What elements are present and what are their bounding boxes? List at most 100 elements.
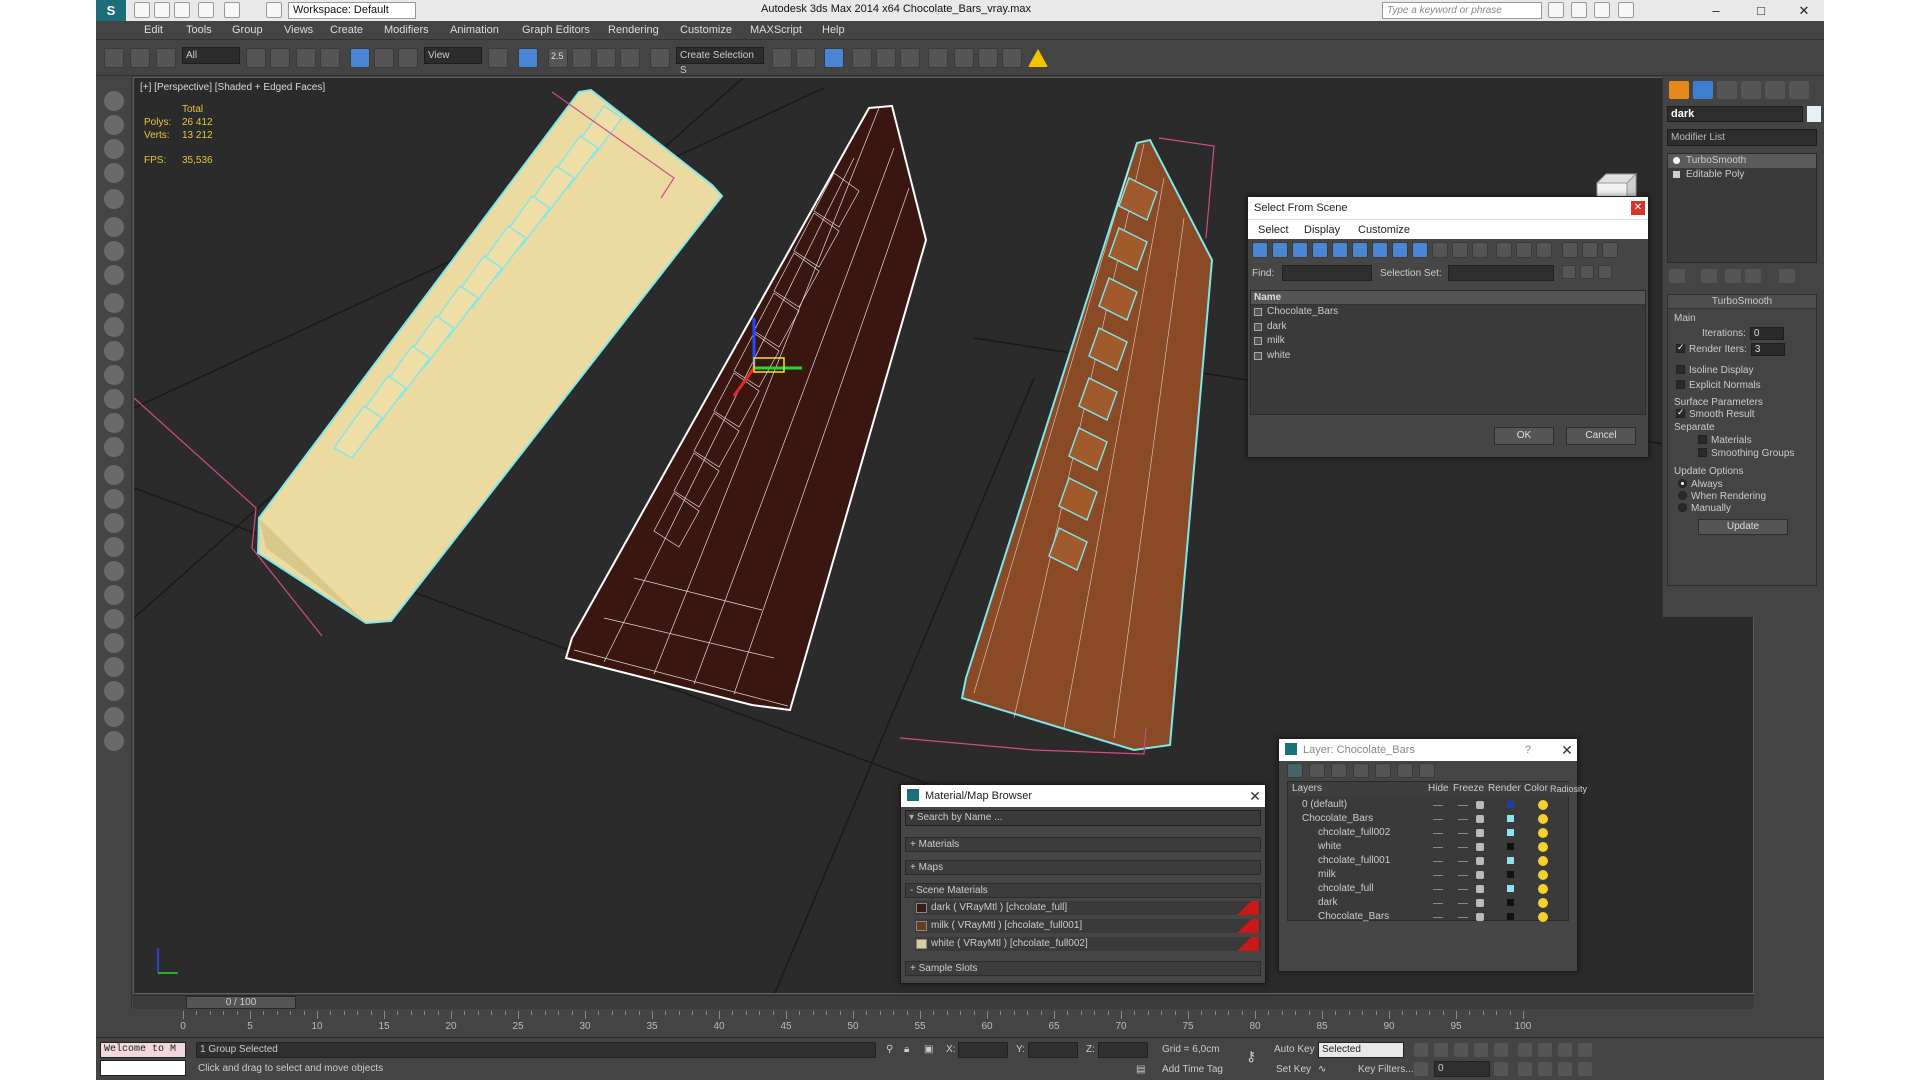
close-icon[interactable]: ✕ [1248, 789, 1262, 803]
time-slider-bar[interactable]: 0 / 100 [133, 995, 1754, 1009]
teapot-icon[interactable] [1476, 913, 1484, 921]
toggle-dash[interactable] [1458, 833, 1468, 834]
pattern-icon[interactable] [104, 609, 124, 629]
save-filter-icon[interactable] [1602, 242, 1618, 258]
rendered-frame-icon[interactable] [978, 48, 998, 68]
snap-toggle-icon[interactable]: 2.5 [548, 48, 568, 68]
mirror-icon[interactable] [772, 48, 792, 68]
toggle-dash[interactable] [1433, 889, 1443, 890]
selection-filter-select[interactable]: All [182, 47, 240, 64]
select-all-icon[interactable] [1562, 265, 1576, 279]
teapot-icon[interactable] [1476, 871, 1484, 879]
section-sample-slots[interactable]: + Sample Slots [905, 961, 1261, 976]
layer-row[interactable]: 0 (default) [1288, 798, 1570, 812]
zoom-icon[interactable] [1518, 1043, 1532, 1057]
toggle-dash[interactable] [1433, 903, 1443, 904]
lightbulb-icon[interactable] [1673, 157, 1680, 164]
object-color-swatch[interactable] [1807, 106, 1821, 122]
prev-frame-icon[interactable] [1434, 1043, 1448, 1057]
display-helpers-icon[interactable] [1332, 242, 1348, 258]
teapot-icon[interactable] [1476, 801, 1484, 809]
pivot-center-icon[interactable] [488, 48, 508, 68]
object-name-field[interactable]: dark [1667, 106, 1803, 122]
absolute-mode-icon[interactable]: ▣ [924, 1044, 933, 1055]
ref-coord-select[interactable]: View [424, 47, 482, 64]
rect-selection-icon[interactable] [296, 48, 316, 68]
redo-icon[interactable] [224, 2, 240, 18]
new-icon[interactable] [134, 2, 150, 18]
display-shapes-icon[interactable] [1272, 242, 1288, 258]
render-icon[interactable] [104, 707, 124, 727]
unlink-icon[interactable] [130, 48, 150, 68]
teapot-icon[interactable] [1476, 857, 1484, 865]
layer-color-swatch[interactable] [1507, 829, 1514, 836]
x-coord-field[interactable] [958, 1042, 1008, 1058]
teapot-icon[interactable] [104, 91, 124, 111]
create-tab-icon[interactable] [1669, 81, 1689, 99]
layer-row[interactable]: Chocolate_Bars [1288, 812, 1570, 826]
binoculars-icon[interactable] [1548, 2, 1564, 18]
grass-icon[interactable] [104, 561, 124, 581]
select-scale-icon[interactable] [398, 48, 418, 68]
align-icon[interactable] [796, 48, 816, 68]
pin-stack-icon[interactable] [1669, 269, 1685, 283]
open-icon[interactable] [154, 2, 170, 18]
question-icon[interactable] [104, 731, 124, 751]
zoom-extents-icon[interactable] [1558, 1043, 1572, 1057]
maxscript-listener[interactable]: Welcome to M [100, 1042, 186, 1058]
display-geometry-icon[interactable] [1252, 242, 1268, 258]
key-filters-button[interactable]: Key Filters... [1358, 1064, 1414, 1075]
hemisphere-icon[interactable] [104, 317, 124, 337]
layer-row[interactable]: dark [1288, 896, 1570, 910]
radiosity-icon[interactable] [1538, 912, 1548, 922]
undo-icon[interactable] [198, 2, 214, 18]
col-hide[interactable]: Hide [1428, 782, 1449, 796]
sky-icon[interactable] [104, 437, 124, 457]
configure-sets-icon[interactable] [1779, 269, 1795, 283]
layer-color-swatch[interactable] [1507, 913, 1514, 920]
workspace-select[interactable]: Workspace: Default [288, 2, 416, 19]
add-to-layer-icon[interactable] [1331, 763, 1347, 778]
compound-icon[interactable] [104, 537, 124, 557]
camera-icon[interactable] [104, 115, 124, 135]
spinner-snap-icon[interactable] [620, 48, 640, 68]
menu-edit[interactable]: Edit [144, 24, 163, 36]
list-item[interactable]: Chocolate_Bars [1251, 305, 1645, 320]
layer-row[interactable]: chcolate_full001 [1288, 854, 1570, 868]
menu-modifiers[interactable]: Modifiers [384, 24, 429, 36]
goto-start-icon[interactable] [1414, 1043, 1428, 1057]
key-mode-icon[interactable] [1414, 1062, 1428, 1076]
delete-layer-icon[interactable] [1309, 763, 1325, 778]
menu-maxscript[interactable]: MAXScript [750, 24, 802, 36]
grid-icon[interactable] [104, 163, 124, 183]
key-icon[interactable] [1571, 2, 1587, 18]
maximize-button[interactable]: □ [1741, 0, 1781, 21]
display-containers-icon[interactable] [1432, 242, 1448, 258]
layer-color-swatch[interactable] [1507, 815, 1514, 822]
toggle-dash[interactable] [1433, 917, 1443, 918]
utilities-tab-icon[interactable] [1789, 81, 1809, 99]
display-xrefs-icon[interactable] [1392, 242, 1408, 258]
plane-icon[interactable] [104, 293, 124, 313]
angle-snap-icon[interactable] [572, 48, 592, 68]
dynamics-icon[interactable] [104, 489, 124, 509]
toggle-dash[interactable] [1458, 847, 1468, 848]
section-materials[interactable]: + Materials [905, 837, 1261, 852]
toggle-dash[interactable] [1458, 875, 1468, 876]
menu-rendering[interactable]: Rendering [608, 24, 659, 36]
section-maps[interactable]: + Maps [905, 860, 1261, 875]
toggle-dash[interactable] [1458, 819, 1468, 820]
y-coord-field[interactable] [1028, 1042, 1078, 1058]
display-bones-icon[interactable] [1412, 242, 1428, 258]
teapot-icon[interactable] [1476, 885, 1484, 893]
warning-icon[interactable] [1028, 49, 1048, 67]
graphite-ribbon-icon[interactable] [852, 48, 872, 68]
display-groups-icon[interactable] [1372, 242, 1388, 258]
next-frame-icon[interactable] [1474, 1043, 1488, 1057]
minimize-button[interactable]: – [1696, 0, 1736, 21]
toggle-dash[interactable] [1433, 847, 1443, 848]
layer-color-swatch[interactable] [1507, 801, 1514, 808]
render-production-icon[interactable] [1002, 48, 1022, 68]
select-highlighted-icon[interactable] [1353, 763, 1369, 778]
always-radio[interactable] [1678, 479, 1687, 488]
